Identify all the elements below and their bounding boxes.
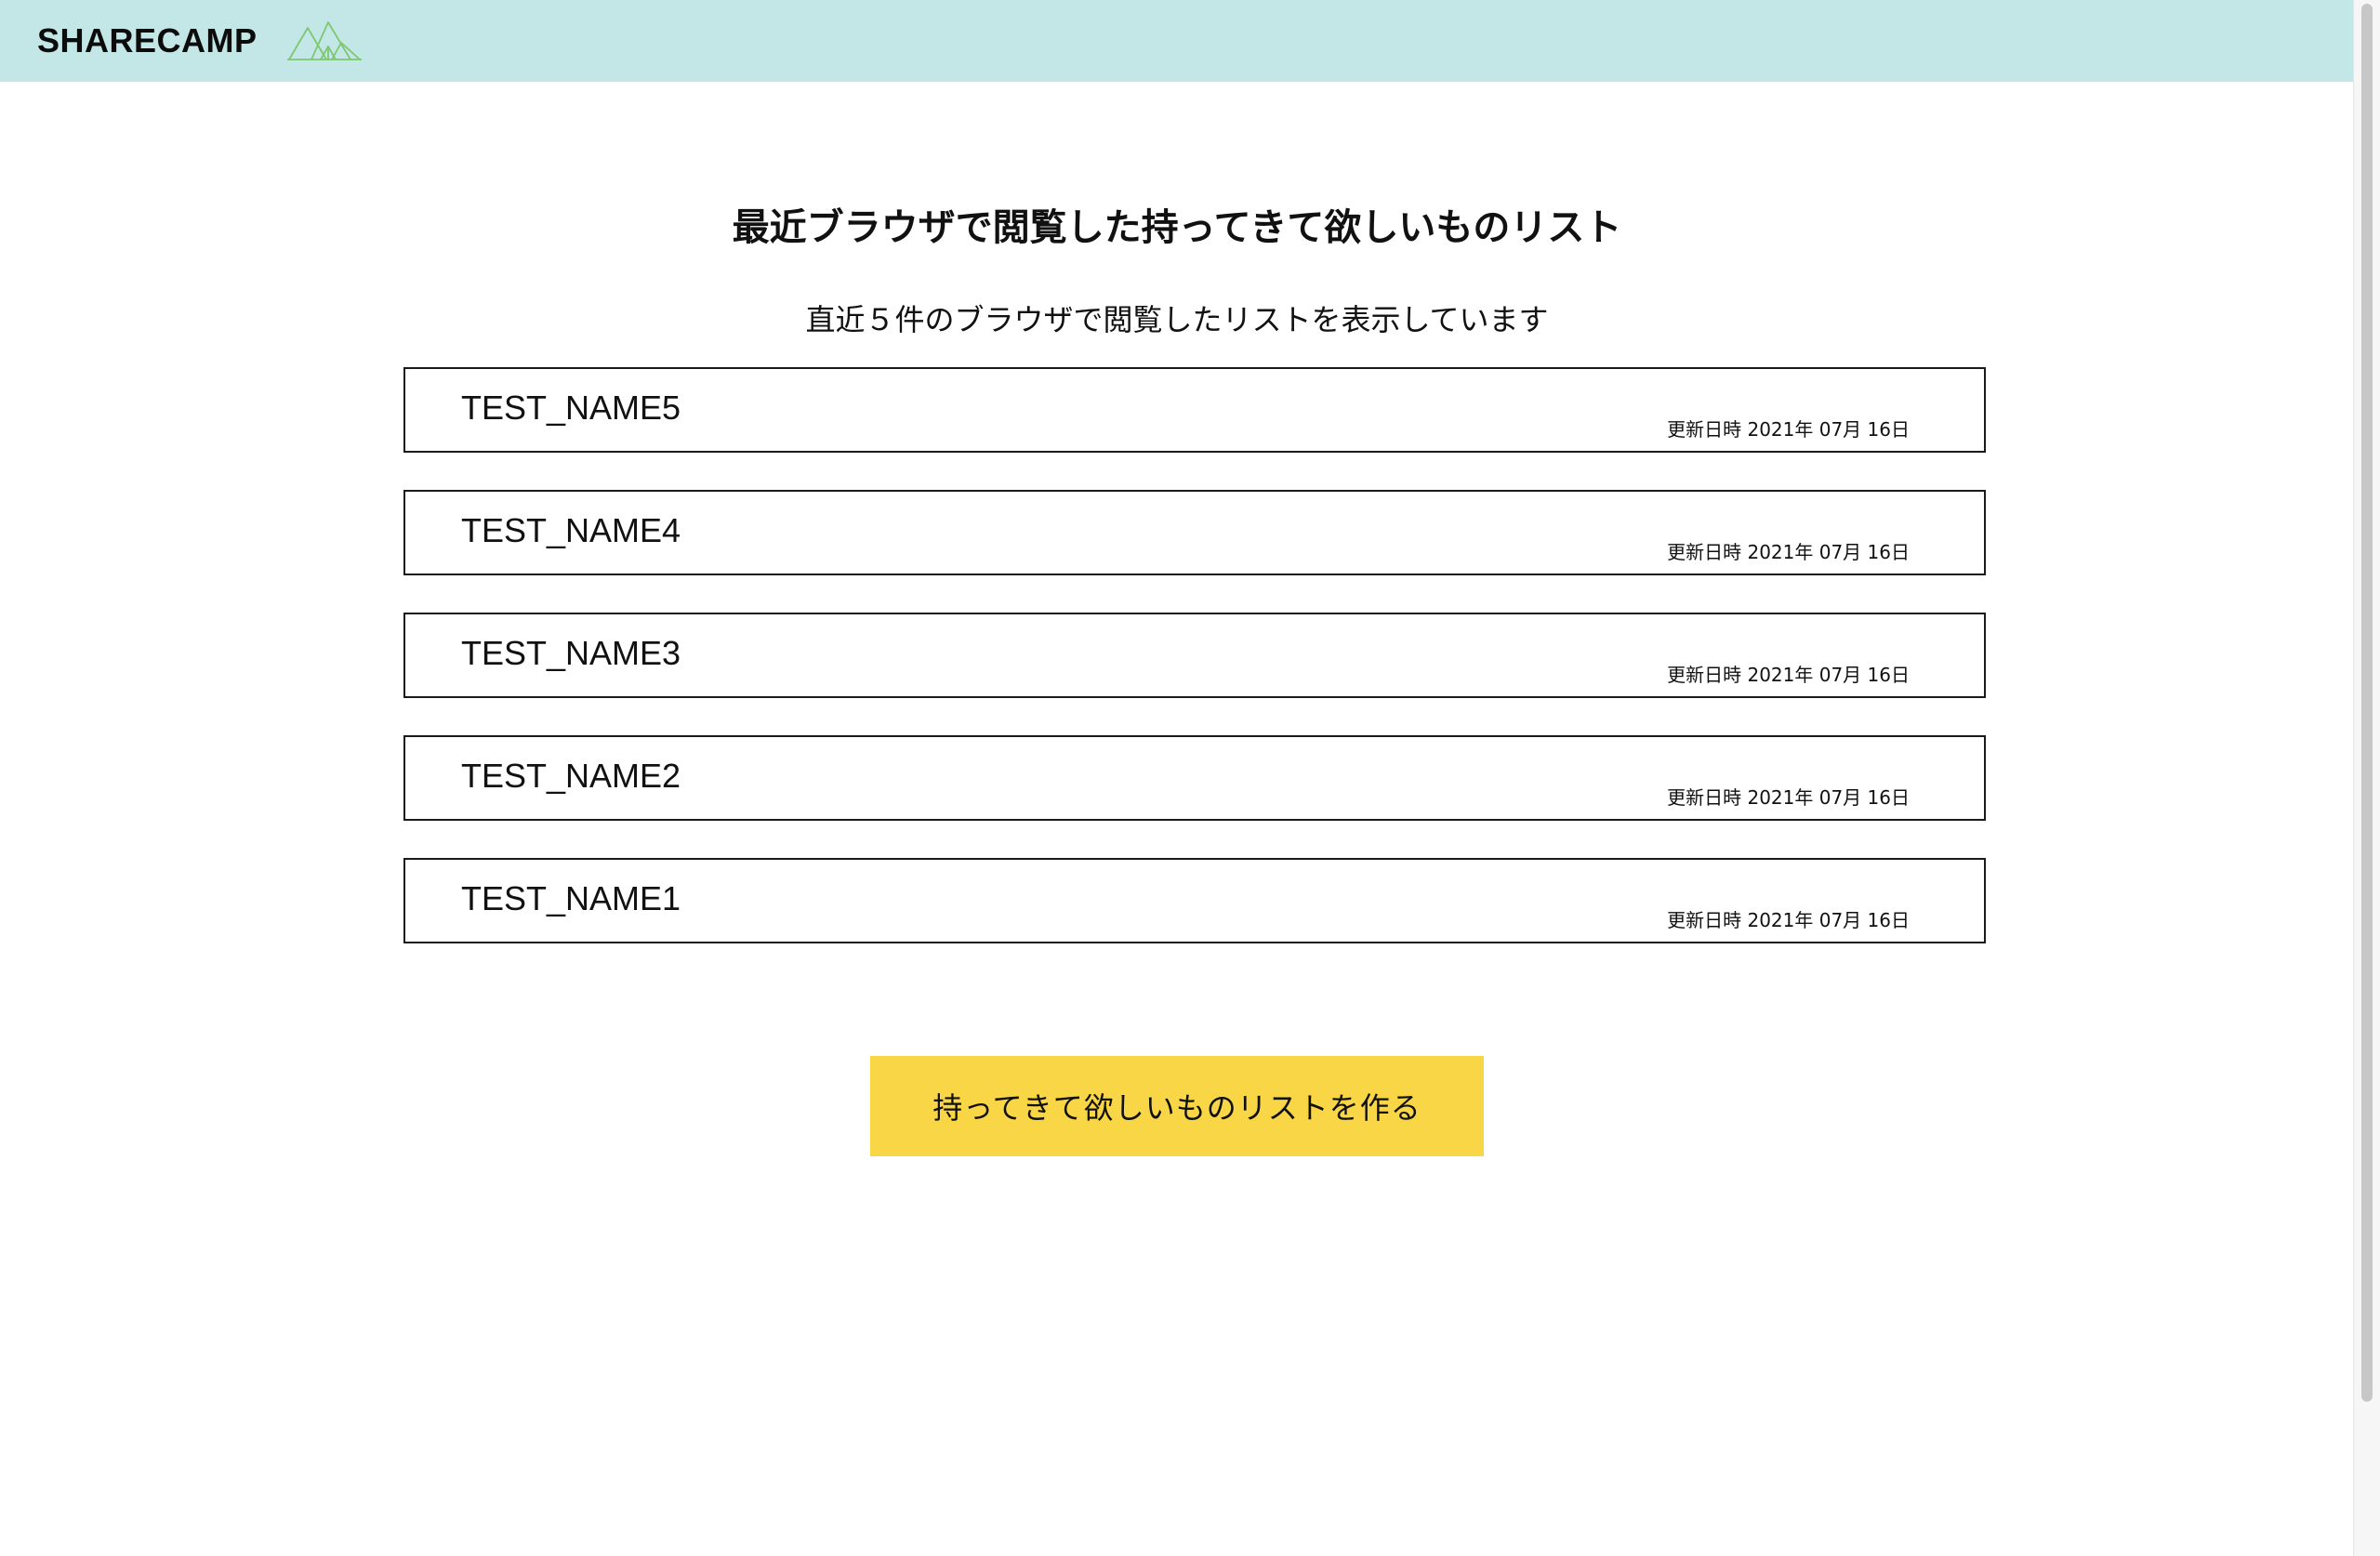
brand-logo-text[interactable]: SHARECAMP <box>37 21 258 60</box>
list-item-name: TEST_NAME2 <box>461 757 681 795</box>
mountain-tent-icon <box>286 21 362 60</box>
list-item-name: TEST_NAME1 <box>461 879 681 917</box>
list-item-name: TEST_NAME3 <box>461 634 681 672</box>
list-item-updated-date: 更新日時 2021年 07月 16日 <box>1667 664 1910 686</box>
list-item-updated-date: 更新日時 2021年 07月 16日 <box>1667 541 1910 563</box>
list-item[interactable]: TEST_NAME3 更新日時 2021年 07月 16日 <box>403 613 1986 698</box>
page-title: 最近ブラウザで閲覧した持ってきて欲しいものリスト <box>732 205 1622 249</box>
page: SHARECAMP 最近ブラウザで閲覧した持ってきて欲しいものリスト 直近５件の… <box>0 0 2380 1556</box>
list-item-name: TEST_NAME5 <box>461 389 681 427</box>
list-item-updated-date: 更新日時 2021年 07月 16日 <box>1667 909 1910 931</box>
list-item-updated-date: 更新日時 2021年 07月 16日 <box>1667 786 1910 809</box>
list-item-name: TEST_NAME4 <box>461 511 681 549</box>
create-list-button[interactable]: 持ってきて欲しいものリストを作る <box>870 1056 1484 1156</box>
vertical-scrollbar[interactable] <box>2353 0 2380 1556</box>
top-header: SHARECAMP <box>0 0 2354 82</box>
scrollbar-thumb[interactable] <box>2361 4 2373 1402</box>
list-item[interactable]: TEST_NAME2 更新日時 2021年 07月 16日 <box>403 735 1986 821</box>
list-item[interactable]: TEST_NAME5 更新日時 2021年 07月 16日 <box>403 367 1986 453</box>
list-item-updated-date: 更新日時 2021年 07月 16日 <box>1667 418 1910 441</box>
list-item[interactable]: TEST_NAME4 更新日時 2021年 07月 16日 <box>403 490 1986 575</box>
page-subtitle: 直近５件のブラウザで閲覧したリストを表示しています <box>805 302 1549 337</box>
list-item[interactable]: TEST_NAME1 更新日時 2021年 07月 16日 <box>403 858 1986 943</box>
recent-lists: TEST_NAME5 更新日時 2021年 07月 16日 TEST_NAME4… <box>403 367 1986 981</box>
